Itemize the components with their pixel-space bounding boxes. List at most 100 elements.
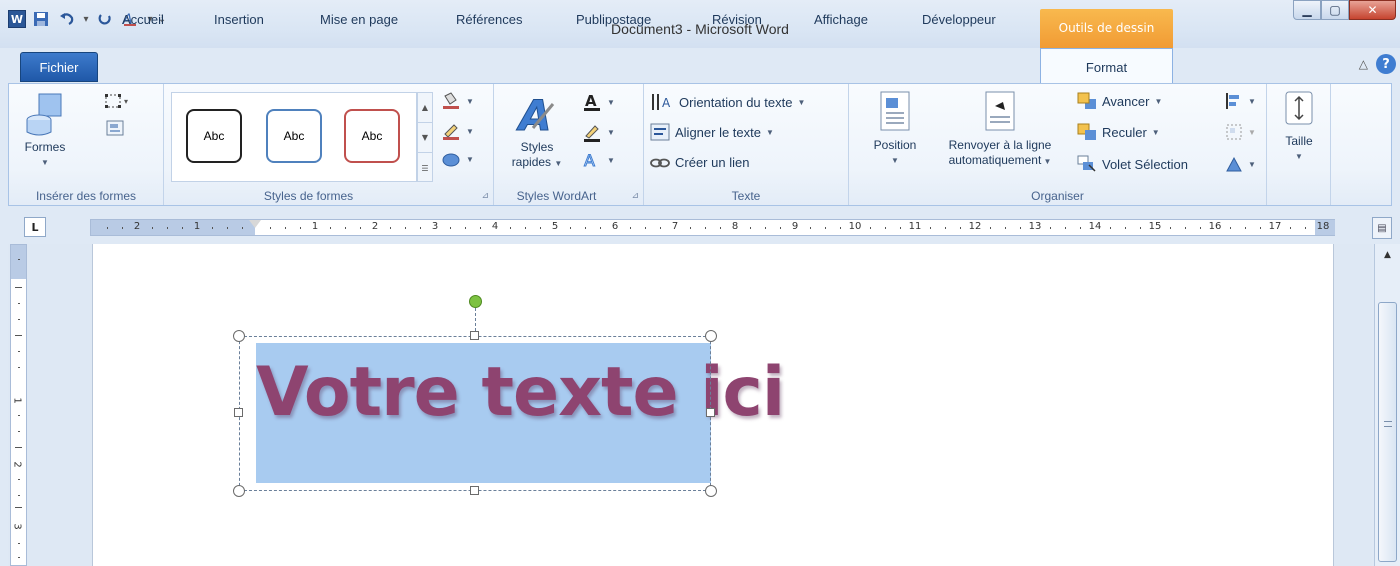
ruler-number: 11 [908, 221, 922, 232]
quick-styles-button[interactable]: A Styles rapides ▼ [502, 90, 572, 171]
resize-handle-bottom-right[interactable] [705, 485, 717, 497]
text-fill-button[interactable]: A ▼ [582, 92, 615, 112]
vertical-ruler[interactable]: 1 2 3 [10, 244, 27, 566]
text-effects-button[interactable]: A ▼ [582, 150, 615, 171]
group-wordart-styles: A Styles rapides ▼ A ▼ ▼ A ▼ Styles WordAr… [494, 84, 644, 205]
shapes-icon [26, 93, 62, 136]
gallery-down-icon[interactable]: ▼ [418, 123, 432, 153]
resize-handle-bottom-left[interactable] [233, 485, 245, 497]
ruler-number: 10 [848, 221, 862, 232]
text-outline-button[interactable]: ▼ [582, 122, 615, 142]
minimize-ribbon-icon[interactable]: △ [1359, 57, 1368, 71]
shape-selection-frame[interactable] [239, 336, 711, 491]
vertical-scrollbar[interactable]: ▲ [1374, 244, 1400, 566]
create-link-button[interactable]: Créer un lien [650, 155, 749, 170]
group-label-arrange: Organiser [1031, 189, 1084, 203]
tab-format[interactable]: Format [1040, 48, 1173, 84]
svg-text:A: A [662, 96, 671, 110]
rotate-handle-icon[interactable] [469, 295, 482, 308]
wordart-launcher-icon[interactable]: ⊿ [631, 191, 639, 201]
first-line-indent-icon[interactable] [249, 220, 261, 228]
paint-bucket-icon [443, 92, 459, 109]
resize-handle-left[interactable] [234, 408, 243, 417]
resize-handle-top-left[interactable] [233, 330, 245, 342]
group-objects-button[interactable]: ▼ [1225, 123, 1256, 141]
size-dropdown-icon: ▼ [1295, 152, 1303, 161]
position-button[interactable]: Position ▼ [855, 90, 935, 168]
align-objects-icon [1226, 93, 1239, 109]
ruler-number: 15 [1148, 221, 1162, 232]
selection-pane-button[interactable]: Volet Sélection [1077, 155, 1188, 173]
size-icon [1285, 91, 1313, 125]
wrap-text-label: Renvoyer à la ligne [948, 138, 1052, 152]
shape-style-thumb-label: Abc [361, 129, 383, 143]
size-button[interactable]: Taille ▼ [1273, 90, 1325, 164]
tab-publipostage[interactable]: Publipostage [576, 6, 651, 34]
scrollbar-thumb[interactable] [1378, 302, 1397, 562]
shape-style-thumb[interactable]: Abc [186, 109, 242, 163]
group-arrange: Position ▼ Renvoyer à la ligne automatiq… [849, 84, 1267, 205]
resize-handle-top-right[interactable] [705, 330, 717, 342]
tab-insertion[interactable]: Insertion [214, 6, 264, 34]
size-label: Taille [1285, 134, 1313, 148]
tab-affichage[interactable]: Affichage [814, 6, 868, 34]
ruler-number: 5 [551, 221, 559, 232]
resize-handle-top[interactable] [470, 331, 479, 340]
shape-outline-button[interactable]: ▼ [441, 122, 474, 140]
thumb-grip-icon [1384, 421, 1392, 427]
text-direction-button[interactable]: A Orientation du texte ▼ [650, 93, 805, 111]
resize-handle-bottom[interactable] [470, 486, 479, 495]
align-text-label: Aligner le texte [675, 124, 761, 140]
gallery-up-icon[interactable]: ▲ [418, 93, 432, 123]
shape-styles-launcher-icon[interactable]: ⊿ [481, 191, 489, 201]
position-icon [880, 91, 910, 131]
edit-shape-icon[interactable]: ▾ [104, 92, 134, 115]
ruler-number: 8 [731, 221, 739, 232]
close-icon[interactable]: ✕ [1349, 0, 1396, 20]
rotate-button[interactable]: ▼ [1225, 155, 1256, 173]
scroll-up-icon[interactable]: ▲ [1375, 244, 1400, 266]
ruler-number: 3 [11, 523, 23, 530]
shapes-button[interactable]: Formes ▼ [15, 92, 75, 170]
tab-mise-en-page[interactable]: Mise en page [320, 6, 398, 34]
selection-pane-icon [1077, 155, 1096, 172]
tab-accueil[interactable]: Accueil [122, 6, 164, 34]
tab-developpeur[interactable]: Développeur [922, 6, 996, 34]
contextual-tab-header: Outils de dessin [1040, 9, 1173, 49]
help-icon[interactable]: ? [1376, 54, 1396, 74]
tab-references[interactable]: Références [456, 6, 522, 34]
window-controls: ▁ ▢ ✕ [1293, 0, 1396, 22]
group-size: Taille ▼ [1267, 84, 1331, 205]
shape-effects-icon [442, 153, 460, 167]
maximize-icon[interactable]: ▢ [1321, 0, 1349, 20]
ruler-number: 12 [968, 221, 982, 232]
minimize-icon[interactable]: ▁ [1293, 0, 1321, 20]
ruler-number: 17 [1268, 221, 1282, 232]
shapes-dropdown-icon: ▼ [41, 158, 49, 167]
svg-text:A: A [585, 92, 597, 110]
horizontal-ruler[interactable]: 2 1 1 2 3 4 5 6 7 8 9 10 11 12 13 14 15 … [90, 219, 1335, 236]
tab-stop-selector[interactable]: L [24, 217, 46, 237]
shape-effects-button[interactable]: ▼ [441, 150, 474, 168]
shape-fill-button[interactable]: ▼ [441, 92, 474, 110]
align-text-button[interactable]: Aligner le texte ▼ [650, 123, 774, 141]
ruler-number: 14 [1088, 221, 1102, 232]
send-backward-button[interactable]: Reculer ▼ [1077, 123, 1160, 141]
gallery-more-icon[interactable]: ☰ [418, 153, 432, 183]
draw-text-box-icon[interactable] [106, 120, 126, 141]
bring-forward-button[interactable]: Avancer ▼ [1077, 92, 1162, 110]
tab-revision[interactable]: Révision [712, 6, 762, 34]
ruler-number: 2 [133, 221, 141, 232]
ruler-number: 9 [791, 221, 799, 232]
ruler-number: 1 [311, 221, 319, 232]
view-ruler-icon[interactable]: ▤ [1372, 217, 1392, 239]
shape-style-thumb[interactable]: Abc [266, 109, 322, 163]
shapes-button-label: Formes [24, 140, 66, 154]
align-objects-button[interactable]: ▼ [1225, 92, 1256, 110]
resize-handle-right[interactable] [706, 408, 715, 417]
shape-style-thumb[interactable]: Abc [344, 109, 400, 163]
wrap-text-button[interactable]: Renvoyer à la ligne automatiquement ▼ [927, 90, 1073, 169]
group-label-wordart-styles: Styles WordArt [516, 189, 597, 203]
tab-file[interactable]: Fichier [20, 52, 98, 82]
ruler-number: 6 [611, 221, 619, 232]
